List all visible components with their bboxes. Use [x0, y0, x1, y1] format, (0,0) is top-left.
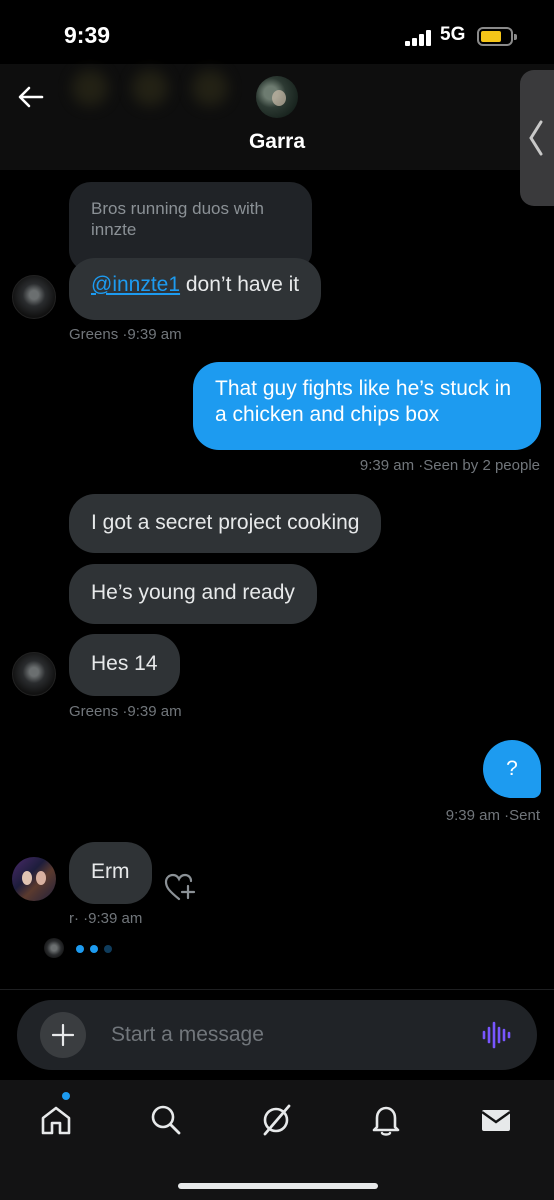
bottom-tab-bar [0, 1080, 554, 1200]
add-reaction-button[interactable] [164, 872, 200, 902]
signal-icon [405, 30, 433, 46]
header-avatar[interactable] [256, 76, 298, 118]
home-icon [41, 1106, 71, 1135]
network-type: 5G [440, 24, 466, 45]
voice-waveform-icon [482, 1021, 511, 1049]
tab-search[interactable] [144, 1098, 188, 1142]
message-bubble-incoming[interactable]: I got a secret project cooking [69, 494, 382, 553]
status-time: 9:39 [64, 22, 111, 48]
side-panel-handle[interactable] [520, 70, 554, 206]
sender-avatar[interactable] [12, 275, 56, 319]
message-meta: r· ·9:39 am [69, 910, 143, 927]
notification-dot [62, 1092, 70, 1100]
message-composer [17, 1000, 537, 1070]
add-media-button[interactable] [40, 1012, 86, 1058]
typing-avatar [44, 938, 64, 958]
tab-grok[interactable] [254, 1098, 298, 1142]
home-indicator [178, 1183, 378, 1189]
typing-indicator-dot [104, 945, 112, 953]
message-bubble-incoming[interactable]: @innzte1 don’t have it [69, 258, 322, 320]
message-bubble-incoming[interactable]: Erm [69, 842, 152, 904]
tab-notifications[interactable] [364, 1098, 408, 1142]
message-bubble-incoming[interactable]: He’s young and ready [69, 564, 317, 624]
mention-link[interactable]: @innzte1 [91, 273, 180, 296]
back-button[interactable] [16, 82, 46, 112]
grok-icon [263, 1104, 291, 1136]
message-meta: 9:39 am ·Sent [445, 807, 540, 824]
typing-indicator-dot [90, 945, 98, 953]
typing-indicator-dot [76, 945, 84, 953]
bell-icon [372, 1106, 400, 1136]
blurred-element [132, 70, 168, 106]
plus-icon [52, 1024, 74, 1046]
message-bubble-outgoing[interactable]: ? [483, 740, 541, 798]
blurred-element [72, 70, 108, 106]
conversation-name[interactable]: Garra [0, 130, 554, 154]
battery-icon [477, 27, 517, 46]
message-input[interactable] [111, 1000, 451, 1070]
message-meta: Greens ·9:39 am [69, 703, 182, 720]
sender-avatar[interactable] [12, 857, 56, 901]
status-bar: 9:39 5G [0, 0, 554, 64]
search-icon [151, 1105, 181, 1135]
tab-messages[interactable] [474, 1098, 518, 1142]
chevron-left-icon [529, 120, 543, 156]
divider [0, 989, 554, 990]
message-text: don’t have it [180, 273, 300, 296]
mail-icon [481, 1110, 511, 1131]
message-bubble-incoming[interactable]: Hes 14 [69, 634, 180, 696]
conversation-header: Garra [0, 64, 554, 206]
heart-plus-icon [164, 873, 196, 901]
message-meta: Greens ·9:39 am [69, 326, 182, 343]
blurred-element [192, 70, 228, 106]
back-arrow-icon [18, 86, 44, 108]
sender-avatar[interactable] [12, 652, 56, 696]
tab-home[interactable] [34, 1098, 78, 1142]
voice-message-button[interactable] [481, 1020, 511, 1050]
message-bubble-outgoing[interactable]: That guy fights like he’s stuck in a chi… [193, 362, 541, 450]
message-meta: 9:39 am ·Seen by 2 people [359, 457, 540, 474]
